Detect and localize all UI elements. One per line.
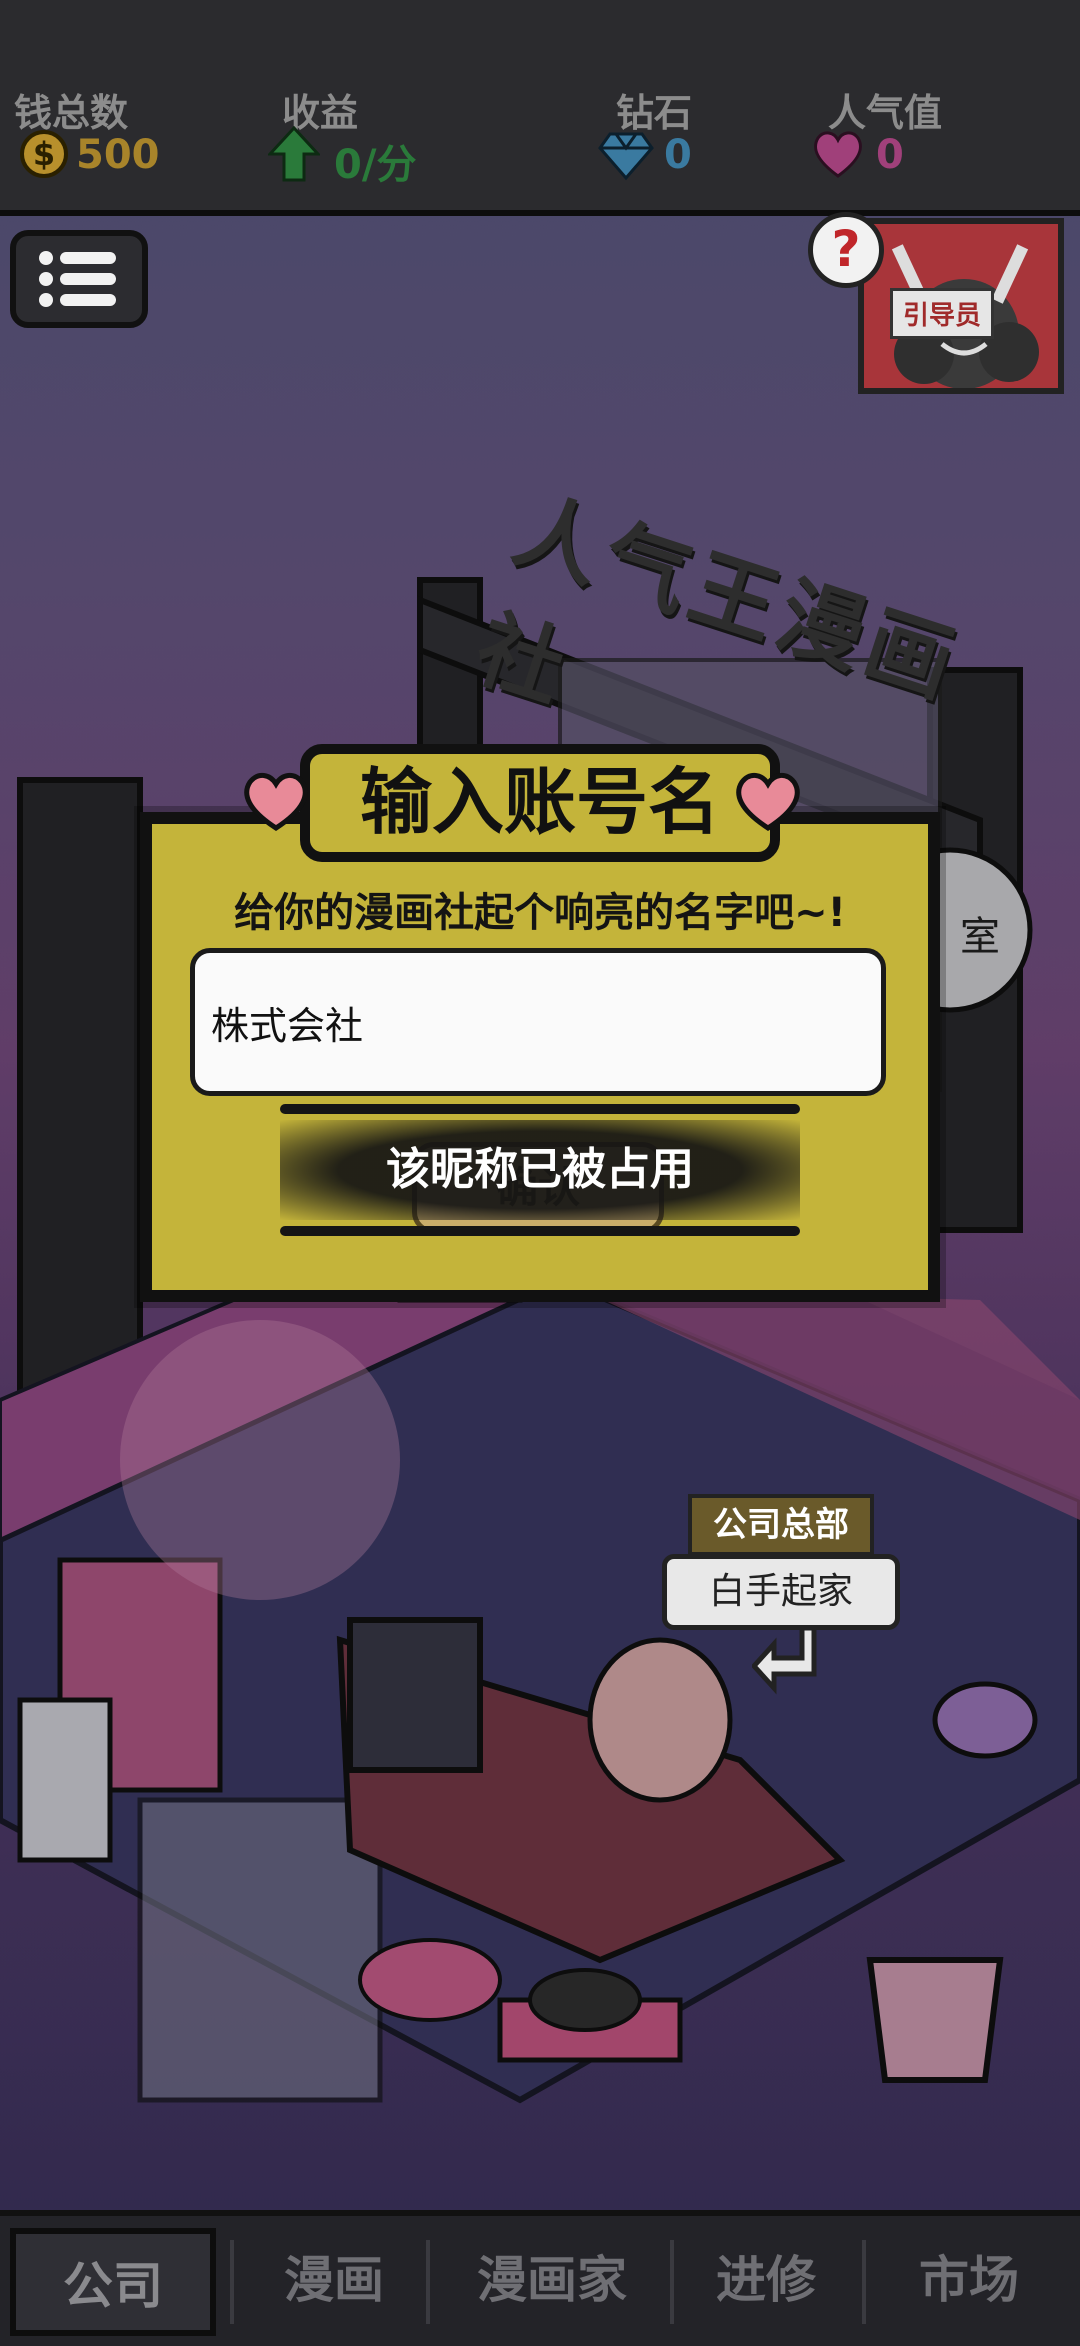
nav-divider (230, 2240, 234, 2324)
tab-comics[interactable]: 漫画 (236, 2228, 432, 2336)
money-label: 钱总数 (14, 91, 129, 135)
help-question-icon[interactable]: ? (808, 212, 884, 288)
income-value: 0/分 (334, 142, 417, 188)
dialog-title: 输入账号名 (300, 744, 780, 862)
name-taken-toast: 该昵称已被占用 (280, 1120, 800, 1220)
toast-top-line (280, 1104, 800, 1114)
heart-left-icon (244, 773, 308, 831)
heart-icon (814, 131, 862, 178)
guide-label: 引导员 (890, 288, 995, 339)
hq-pointer-arrow-icon (752, 1626, 817, 1695)
diamond-icon (598, 132, 654, 181)
coin-icon: $ (20, 130, 68, 178)
account-name-input[interactable] (190, 948, 886, 1096)
nav-divider (426, 2240, 430, 2324)
hq-status[interactable]: 白手起家 (662, 1554, 900, 1630)
bottom-nav: 公司 漫画 漫画家 进修 市场 (0, 2210, 1080, 2346)
popularity-value: 0 (876, 132, 904, 178)
heart-right-icon (736, 773, 800, 831)
stats-bar: 钱总数 $ 500 收益 0/分 钻石 0 人气值 0 (0, 0, 1080, 216)
tab-market[interactable]: 市场 (868, 2228, 1070, 2336)
diamond-value: 0 (664, 132, 692, 178)
up-arrow-icon (268, 126, 320, 182)
dialog-subtitle: 给你的漫画社起个响亮的名字吧~! (234, 890, 846, 936)
tab-company[interactable]: 公司 (10, 2228, 216, 2336)
money-value: 500 (76, 132, 160, 178)
tab-training[interactable]: 进修 (676, 2228, 856, 2336)
tab-artists[interactable]: 漫画家 (432, 2228, 672, 2336)
menu-list-icon (39, 251, 116, 307)
hq-label[interactable]: 公司总部 (688, 1494, 874, 1556)
menu-button[interactable] (10, 230, 148, 328)
toast-bottom-line (280, 1226, 800, 1236)
nav-divider (670, 2240, 674, 2324)
nav-divider (862, 2240, 866, 2324)
